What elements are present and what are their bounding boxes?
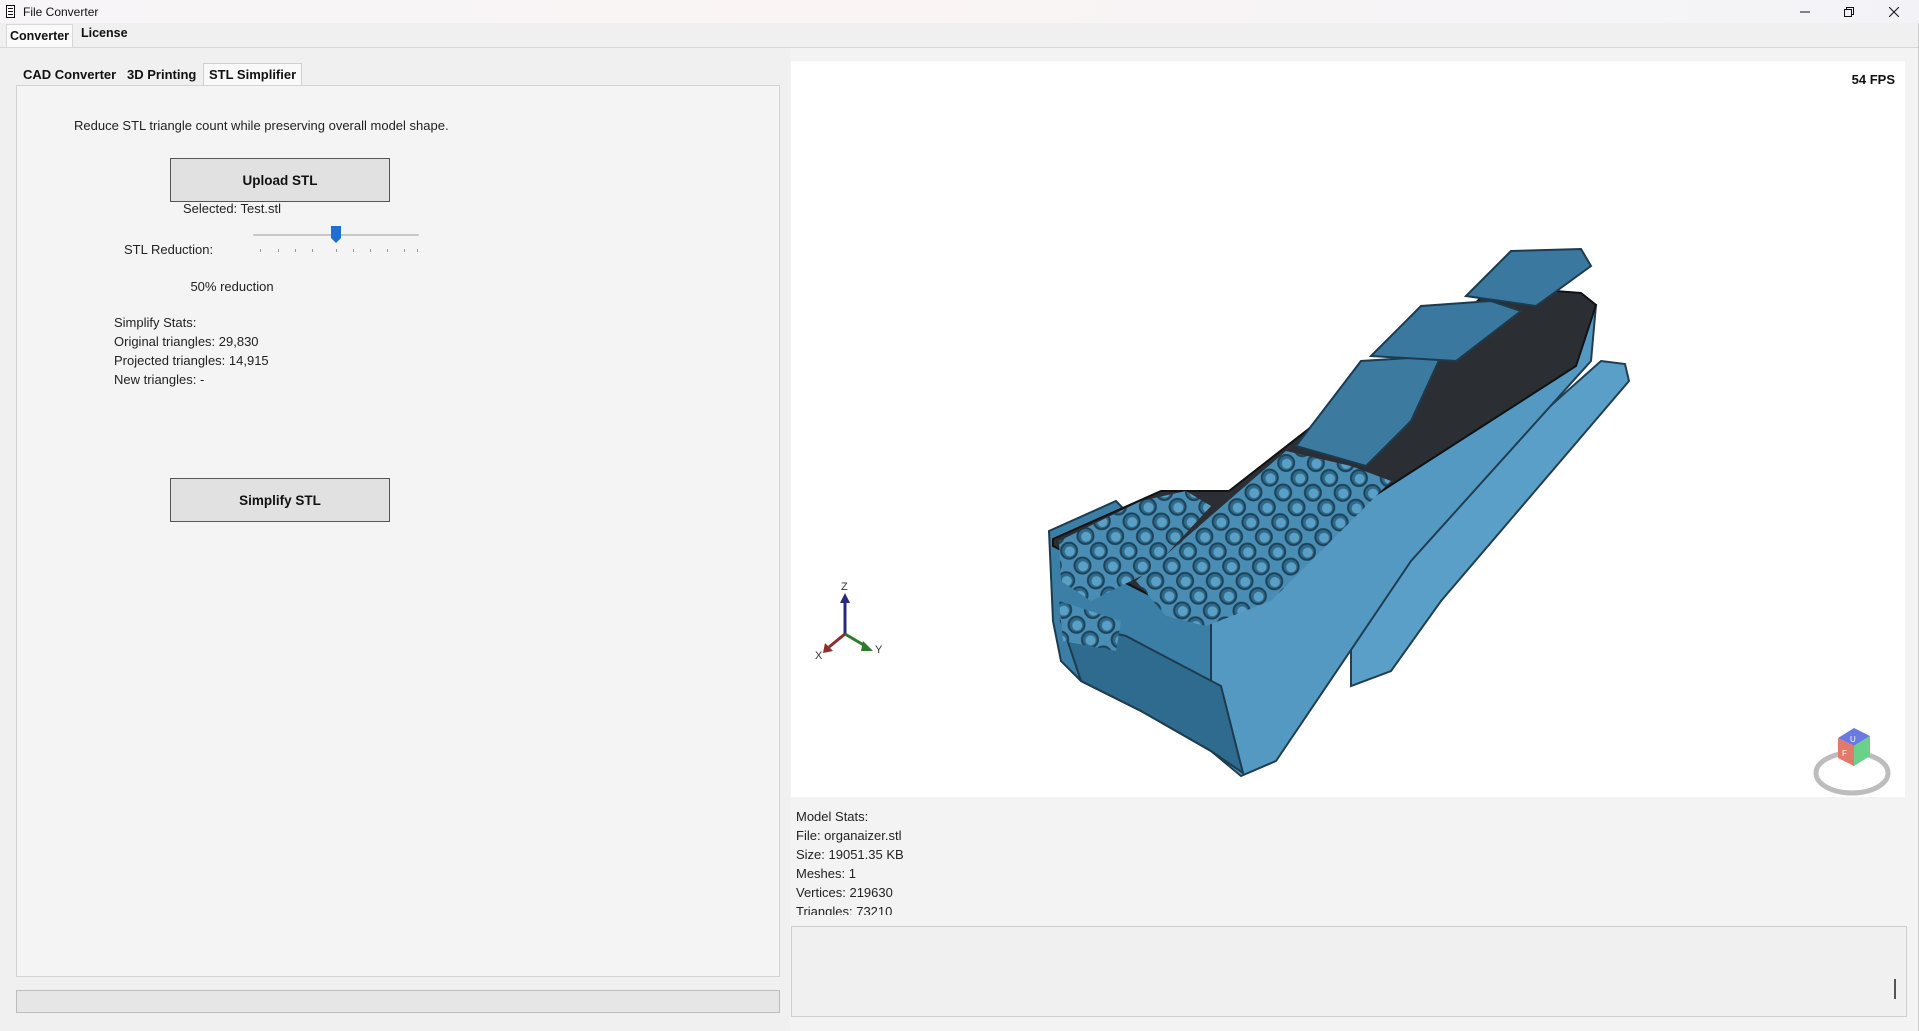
upload-stl-button[interactable]: Upload STL [170, 158, 390, 202]
model-vertices: Vertices: 219630 [796, 885, 893, 900]
slider-tick [417, 249, 418, 252]
axis-label-x: X [815, 650, 823, 661]
close-button[interactable] [1871, 0, 1917, 23]
reduction-slider[interactable] [253, 226, 421, 256]
projected-triangles: Projected triangles: 14,915 [114, 353, 269, 368]
model-stats-heading: Model Stats: [796, 809, 869, 824]
log-output[interactable] [791, 926, 1907, 1017]
left-panel: CAD Converter 3D Printing STL Simplifier… [0, 48, 790, 1031]
slider-thumb[interactable] [331, 226, 341, 243]
minimize-icon [1800, 11, 1810, 12]
slider-tick [260, 249, 261, 252]
simplify-stl-button[interactable]: Simplify STL [170, 478, 390, 522]
close-icon [1889, 6, 1899, 17]
simplify-stats: Simplify Stats: Original triangles: 29,8… [114, 313, 269, 389]
slider-tick [387, 249, 388, 252]
description-text: Reduce STL triangle count while preservi… [74, 118, 449, 133]
reduction-value-label: 50% reduction [190, 279, 274, 294]
model-size: Size: 19051.35 KB [796, 847, 904, 862]
3d-viewport[interactable]: 54 FPS Z X Y U F [791, 61, 1905, 797]
axis-label-z: Z [841, 581, 848, 593]
minimize-button[interactable] [1782, 0, 1828, 23]
slider-tick [312, 249, 313, 252]
model-triangles: Triangles: 73210 [796, 904, 893, 915]
slider-tick [353, 249, 354, 252]
model-meshes: Meshes: 1 [796, 866, 856, 881]
slider-tick [278, 249, 279, 252]
document-icon [6, 5, 15, 18]
tab-3d-printing[interactable]: 3D Printing [127, 67, 196, 82]
tab-stl-simplifier[interactable]: STL Simplifier [203, 63, 303, 86]
model-file: File: organaizer.stl [796, 828, 902, 843]
simplify-stats-heading: Simplify Stats: [114, 315, 197, 330]
axis-triad: Z X Y [815, 581, 883, 661]
svg-text:F: F [1842, 749, 1847, 758]
progress-bar [16, 990, 780, 1013]
scrollbar[interactable] [1894, 979, 1896, 999]
restore-button[interactable] [1826, 0, 1872, 23]
slider-tick [404, 249, 405, 252]
window-title: File Converter [23, 5, 99, 19]
slider-tick [295, 249, 296, 252]
slider-tick [336, 249, 337, 252]
original-triangles: Original triangles: 29,830 [114, 334, 259, 349]
model-stats: Model Stats: File: organaizer.stl Size: … [791, 807, 1096, 915]
svg-text:U: U [1850, 735, 1856, 744]
slider-tick [370, 249, 371, 252]
title-bar: File Converter [0, 0, 1919, 23]
top-tab-bar: Converter License [0, 23, 1919, 48]
tab-cad-converter[interactable]: CAD Converter [23, 67, 116, 82]
axis-label-y: Y [875, 644, 883, 656]
view-cube-icon[interactable]: U F [1812, 718, 1892, 797]
restore-icon [1844, 6, 1854, 17]
tab-license[interactable]: License [78, 26, 131, 40]
stl-simplifier-page: Reduce STL triangle count while preservi… [16, 85, 780, 977]
new-triangles: New triangles: - [114, 372, 205, 387]
model-render [1047, 247, 1631, 778]
selected-file-label: Selected: Test.stl [182, 201, 282, 216]
reduction-slider-label: STL Reduction: [124, 242, 214, 257]
tab-converter[interactable]: Converter [6, 24, 74, 47]
